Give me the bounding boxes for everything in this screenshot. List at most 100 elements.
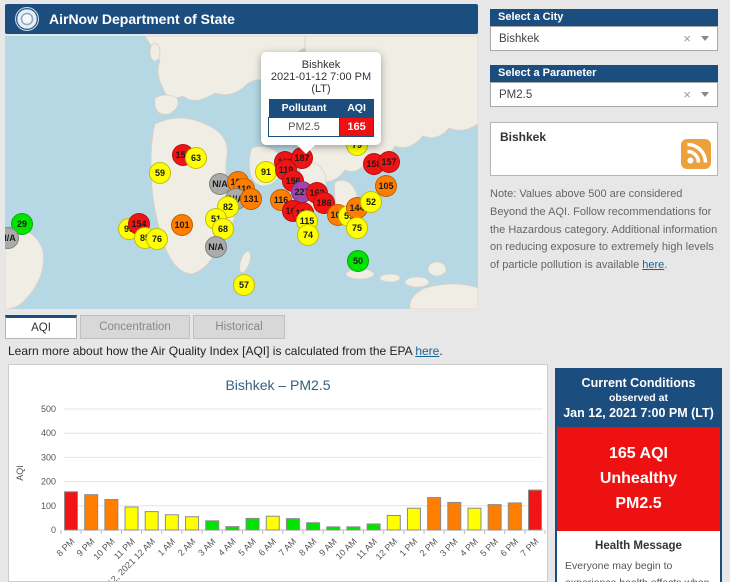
bar-2-pm[interactable] bbox=[427, 497, 442, 531]
x-tick-label: 6 PM bbox=[498, 536, 520, 558]
cc-observed-at: observed at bbox=[609, 392, 668, 404]
bar-7-am[interactable] bbox=[285, 518, 300, 531]
map-marker-59[interactable]: 59 bbox=[149, 162, 171, 184]
aqi-bar-chart[interactable]: 0100200300400500AQI8 PM9 PM10 PM11 PMJan… bbox=[9, 365, 547, 581]
bar-1-am[interactable] bbox=[164, 514, 179, 531]
y-tick-label: 0 bbox=[51, 525, 56, 535]
city-caret-down-icon[interactable] bbox=[701, 36, 709, 41]
y-tick-label: 300 bbox=[41, 452, 56, 462]
feed-city-label: Bishkek bbox=[500, 130, 547, 144]
x-tick-label: 7 AM bbox=[277, 536, 299, 558]
parameter-caret-down-icon[interactable] bbox=[701, 92, 709, 97]
aqi-note-text: Note: Values above 500 are considered Be… bbox=[490, 188, 718, 272]
map-popup: Bishkek 2021-01-12 7:00 PM (LT) Pollutan… bbox=[261, 52, 381, 154]
map-marker-101[interactable]: 101 bbox=[171, 214, 193, 236]
map-marker-na[interactable]: N/A bbox=[205, 236, 227, 258]
bar-8-pm[interactable] bbox=[64, 491, 78, 531]
map-marker-63[interactable]: 63 bbox=[185, 147, 207, 169]
bar-8-am[interactable] bbox=[306, 522, 321, 531]
state-department-seal-icon bbox=[15, 7, 39, 31]
cc-title: Current Conditions bbox=[581, 376, 696, 390]
learn-more-here-link[interactable]: here bbox=[415, 344, 439, 358]
bar-9-pm[interactable] bbox=[84, 494, 99, 531]
x-tick-label: 4 PM bbox=[458, 536, 480, 558]
bar-11-pm[interactable] bbox=[124, 506, 139, 531]
y-tick-label: 100 bbox=[41, 501, 56, 511]
bar-5-pm[interactable] bbox=[487, 504, 502, 531]
tab-historical[interactable]: Historical bbox=[193, 315, 285, 339]
map-marker-131[interactable]: 131 bbox=[240, 188, 262, 210]
y-axis-label: AQI bbox=[15, 465, 25, 481]
x-tick-label: 1 AM bbox=[156, 536, 178, 558]
x-tick-label: 8 PM bbox=[54, 536, 76, 558]
bar-4-am[interactable] bbox=[225, 526, 240, 531]
bar-10-pm[interactable] bbox=[104, 499, 119, 531]
bar-12-pm[interactable] bbox=[386, 514, 401, 531]
x-tick-label: 1 PM bbox=[397, 536, 419, 558]
app-header: AirNow Department of State bbox=[5, 4, 478, 34]
bar-4-pm[interactable] bbox=[467, 507, 482, 531]
x-tick-label: 2 AM bbox=[176, 536, 198, 558]
bar-10-am[interactable] bbox=[346, 526, 361, 531]
bar-6-am[interactable] bbox=[265, 515, 280, 531]
tab-aqi[interactable]: AQI bbox=[5, 315, 77, 339]
cc-health-message: Health Message Everyone may begin to exp… bbox=[557, 531, 720, 582]
bar-jan-12-2021-12-am[interactable] bbox=[144, 511, 159, 531]
app-title: AirNow Department of State bbox=[49, 11, 235, 27]
popup-table: Pollutant AQI PM2.5 165 bbox=[267, 99, 374, 137]
x-tick-label: 2 PM bbox=[418, 536, 440, 558]
tab-bar: AQI Concentration Historical bbox=[5, 315, 285, 339]
map-marker-57[interactable]: 57 bbox=[233, 274, 255, 296]
bar-11-am[interactable] bbox=[366, 523, 381, 531]
current-conditions-panel: Current Conditions observed at Jan 12, 2… bbox=[555, 368, 722, 582]
popup-aqi-value: 165 bbox=[339, 117, 374, 137]
rss-feed-icon[interactable] bbox=[681, 139, 711, 169]
map-marker-105[interactable]: 105 bbox=[375, 175, 397, 197]
city-select[interactable]: Bishkek × bbox=[490, 26, 718, 51]
cc-aqi-pollutant: PM2.5 bbox=[615, 494, 662, 512]
x-tick-label: 5 PM bbox=[478, 536, 500, 558]
cc-aqi-value: 165 AQI bbox=[609, 445, 668, 462]
cc-datetime: Jan 12, 2021 7:00 PM (LT) bbox=[563, 406, 714, 420]
map-marker-75[interactable]: 75 bbox=[346, 217, 368, 239]
x-tick-label: 10 AM bbox=[334, 536, 359, 561]
chart-title: Bishkek – PM2.5 bbox=[225, 377, 331, 393]
select-parameter-header: Select a Parameter bbox=[490, 65, 718, 82]
world-aqi-map[interactable]: 29N/A5915663951548576101N/A104110N/A1318… bbox=[5, 36, 478, 309]
map-marker-74[interactable]: 74 bbox=[297, 224, 319, 246]
parameter-select-value: PM2.5 bbox=[499, 88, 533, 101]
y-tick-label: 500 bbox=[41, 404, 56, 414]
bar-6-pm[interactable] bbox=[507, 502, 522, 531]
city-clear-icon[interactable]: × bbox=[683, 31, 691, 46]
popup-datetime: 2021-01-12 7:00 PM (LT) bbox=[270, 71, 372, 95]
x-tick-label: 8 AM bbox=[297, 536, 319, 558]
parameter-select[interactable]: PM2.5 × bbox=[490, 82, 718, 107]
x-tick-label: 12 PM bbox=[374, 536, 399, 561]
map-marker-76[interactable]: 76 bbox=[146, 228, 168, 250]
popup-pollutant-value: PM2.5 bbox=[267, 117, 341, 137]
x-tick-label: 3 AM bbox=[196, 536, 218, 558]
tab-concentration[interactable]: Concentration bbox=[80, 315, 190, 339]
aqi-note-suffix: . bbox=[664, 259, 668, 272]
cc-health-text: Everyone may begin to experience health … bbox=[565, 560, 710, 582]
bar-9-am[interactable] bbox=[326, 526, 341, 531]
x-tick-label: 6 AM bbox=[257, 536, 279, 558]
bar-7-pm[interactable] bbox=[528, 489, 542, 531]
popup-pollutant-header: Pollutant bbox=[268, 99, 340, 118]
aqi-note: Note: Values above 500 are considered Be… bbox=[490, 186, 718, 275]
parameter-clear-icon[interactable]: × bbox=[683, 87, 691, 102]
note-here-link[interactable]: here bbox=[642, 259, 664, 271]
bar-3-am[interactable] bbox=[205, 520, 220, 531]
map-marker-50[interactable]: 50 bbox=[347, 250, 369, 272]
page: AirNow Department of State 29 /A 59 156 … bbox=[0, 0, 730, 582]
current-conditions-header: Current Conditions observed at Jan 12, 2… bbox=[557, 370, 720, 427]
x-tick-label: 10 PM bbox=[91, 536, 116, 561]
bar-3-pm[interactable] bbox=[447, 501, 462, 531]
learn-more: Learn more about how the Air Quality Ind… bbox=[8, 344, 443, 358]
select-city-header: Select a City bbox=[490, 9, 718, 26]
map-marker-157[interactable]: 157 bbox=[378, 151, 400, 173]
bar-2-am[interactable] bbox=[185, 516, 200, 531]
bar-1-pm[interactable] bbox=[406, 507, 421, 531]
learn-more-text: Learn more about how the Air Quality Ind… bbox=[8, 344, 416, 358]
bar-5-am[interactable] bbox=[245, 517, 260, 531]
